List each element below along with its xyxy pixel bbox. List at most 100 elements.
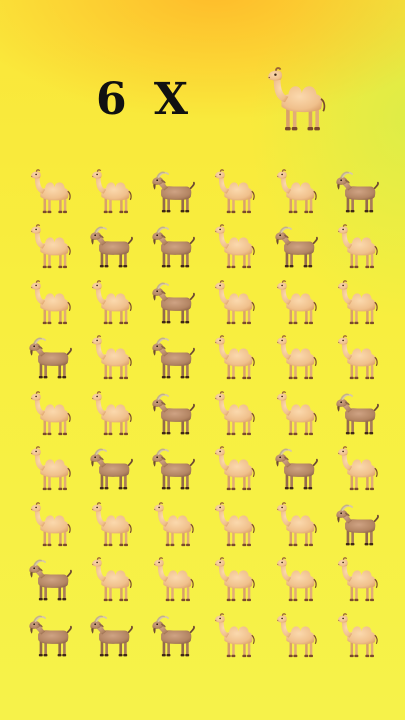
goat-icon [147,389,197,439]
target-count-text: 6 X [96,74,195,125]
camel-cell[interactable] [203,220,265,276]
camel-cell[interactable] [326,553,388,609]
camel-icon [258,64,330,136]
goat-cell[interactable] [141,331,203,387]
camel-cell[interactable] [203,331,265,387]
goat-cell[interactable] [141,164,203,220]
camel-cell[interactable] [264,608,326,664]
goat-icon [147,278,197,328]
camel-cell[interactable] [80,275,142,331]
camel-icon [270,167,320,217]
goat-icon [270,444,320,494]
camel-icon [208,444,258,494]
goat-icon [85,222,135,272]
goat-cell[interactable] [80,442,142,498]
camel-cell[interactable] [326,275,388,331]
camel-icon [85,333,135,383]
emoji-grid [18,164,387,664]
camel-icon [208,278,258,328]
camel-cell[interactable] [203,386,265,442]
camel-cell[interactable] [203,553,265,609]
camel-cell[interactable] [80,331,142,387]
camel-icon [24,389,74,439]
camel-icon [270,555,320,605]
camel-cell[interactable] [18,442,80,498]
goat-icon [270,222,320,272]
camel-cell[interactable] [264,331,326,387]
goat-cell[interactable] [80,220,142,276]
goat-cell[interactable] [18,608,80,664]
goat-cell[interactable] [141,275,203,331]
camel-cell[interactable] [203,442,265,498]
camel-icon [208,389,258,439]
goat-cell[interactable] [18,553,80,609]
camel-cell[interactable] [326,331,388,387]
camel-cell[interactable] [18,164,80,220]
goat-cell[interactable] [264,442,326,498]
camel-cell[interactable] [18,275,80,331]
camel-icon [208,222,258,272]
camel-cell[interactable] [80,497,142,553]
goat-icon [24,333,74,383]
camel-cell[interactable] [264,553,326,609]
camel-cell[interactable] [264,164,326,220]
camel-icon [85,167,135,217]
goat-cell[interactable] [141,442,203,498]
goat-icon [331,167,381,217]
camel-icon [331,222,381,272]
camel-cell[interactable] [141,553,203,609]
camel-icon [270,611,320,661]
goat-icon [24,611,74,661]
goat-cell[interactable] [18,331,80,387]
goat-icon [331,389,381,439]
camel-cell[interactable] [203,497,265,553]
goat-icon [147,167,197,217]
camel-cell[interactable] [264,386,326,442]
goat-icon [147,444,197,494]
camel-icon [331,444,381,494]
goat-icon [147,333,197,383]
camel-cell[interactable] [203,164,265,220]
camel-icon [24,278,74,328]
camel-cell[interactable] [326,220,388,276]
camel-cell[interactable] [326,442,388,498]
camel-cell[interactable] [264,275,326,331]
camel-cell[interactable] [18,386,80,442]
camel-cell[interactable] [18,220,80,276]
goat-cell[interactable] [80,608,142,664]
camel-icon [270,333,320,383]
camel-icon [331,555,381,605]
camel-cell[interactable] [80,386,142,442]
puzzle-header: 6 X [0,62,405,142]
camel-icon [85,500,135,550]
camel-cell[interactable] [80,553,142,609]
goat-cell[interactable] [141,608,203,664]
goat-cell[interactable] [326,386,388,442]
goat-cell[interactable] [326,497,388,553]
camel-cell[interactable] [326,608,388,664]
goat-cell[interactable] [326,164,388,220]
camel-cell[interactable] [264,497,326,553]
goat-icon [147,222,197,272]
goat-cell[interactable] [141,386,203,442]
camel-icon [24,222,74,272]
camel-cell[interactable] [18,497,80,553]
goat-cell[interactable] [141,220,203,276]
goat-icon [147,611,197,661]
camel-icon [270,389,320,439]
camel-icon [24,167,74,217]
camel-icon [270,500,320,550]
camel-icon [331,611,381,661]
goat-icon [85,611,135,661]
goat-cell[interactable] [264,220,326,276]
camel-icon [208,555,258,605]
camel-cell[interactable] [203,608,265,664]
camel-icon [208,333,258,383]
camel-cell[interactable] [141,497,203,553]
camel-cell[interactable] [80,164,142,220]
camel-icon [270,278,320,328]
camel-icon [147,500,197,550]
camel-cell[interactable] [203,275,265,331]
goat-icon [85,444,135,494]
camel-icon [208,500,258,550]
